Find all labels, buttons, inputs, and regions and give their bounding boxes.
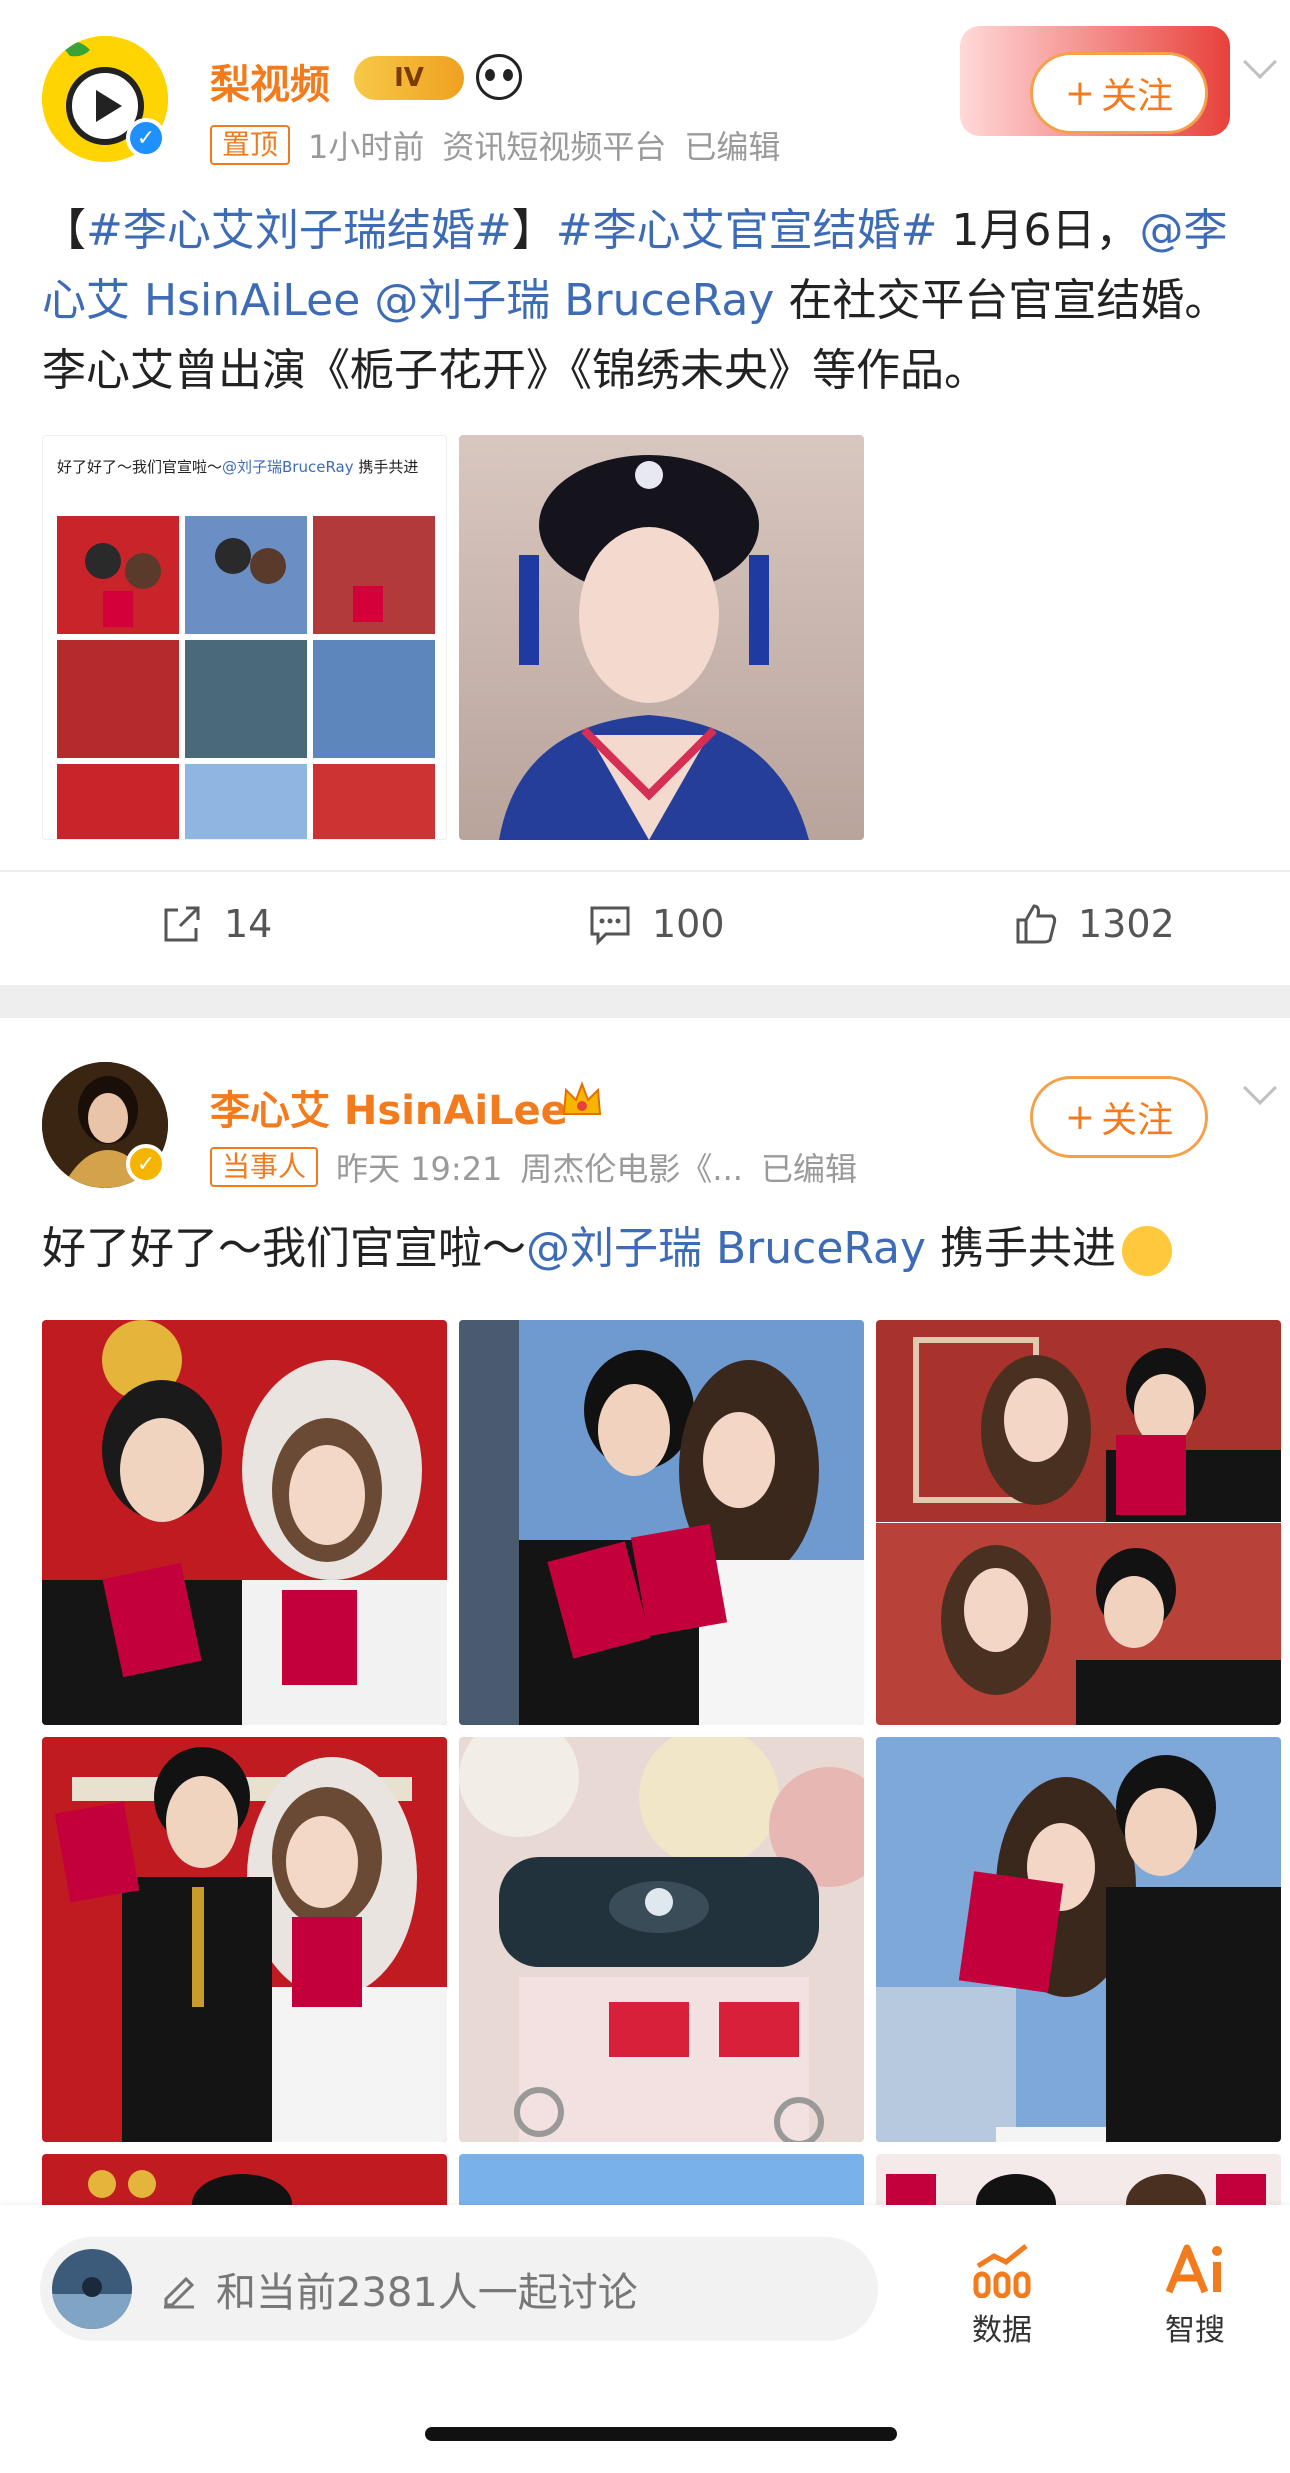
couple-photo [876,1737,1281,2142]
text-segment: 1月6日， [937,205,1140,256]
chevron-down-icon[interactable] [1243,1071,1277,1105]
repost-count: 14 [224,902,273,946]
post-meta: 置顶 1小时前 资讯短视频平台 已编辑 [210,122,780,168]
post-time: 昨天 19:21 [336,1150,503,1188]
mention-link[interactable]: @刘子瑞 BruceRay [374,275,774,326]
hashtag-link[interactable]: #李心艾官宣结婚# [556,205,938,256]
crown-icon [560,1080,604,1120]
thumbs-up-icon [1016,904,1057,944]
comment-count: 100 [652,902,725,946]
like-button[interactable]: 1302 [1014,902,1175,946]
grid-photo-1[interactable] [42,1320,447,1725]
post-source: 资讯短视频平台 [442,128,667,166]
verified-badge-icon: ✓ [126,1144,166,1184]
text-segment: 】 [511,205,556,256]
follow-label: 关注 [1101,1100,1174,1141]
follow-label: 关注 [1101,76,1174,117]
grid-photo-6[interactable] [876,1737,1281,2142]
home-indicator[interactable] [425,2427,897,2441]
grid-photo-2[interactable] [459,1320,864,1725]
edited-label: 已编辑 [684,128,781,166]
text-segment: 携手共进 [926,1223,1117,1274]
caption-text: 好了好了～我们官宣啦～ [57,458,223,476]
hashtag-link[interactable]: #李心艾刘子瑞结婚# [86,205,512,256]
ai-search-button[interactable]: 智搜 [1130,2235,1260,2349]
text-segment [360,275,374,326]
weibo-post-hsinailee: ✓ 李心艾 HsinAiLee 当事人 昨天 19:21 周杰伦电影《... 已… [0,1018,1290,2218]
author-name[interactable]: 梨视频 [210,52,330,110]
chevron-down-icon[interactable] [1243,45,1277,79]
follow-button[interactable]: + 关注 [1030,52,1208,134]
caption-text: 携手共进 [353,458,419,476]
screenshot-caption: 好了好了～我们官宣啦～@刘子瑞BruceRay 携手共进 [57,456,437,478]
text-segment: 【 [42,205,86,256]
caption-mention: @刘子瑞BruceRay [222,458,354,476]
plus-icon: + [1064,1096,1096,1138]
post-text: 【#李心艾刘子瑞结婚#】#李心艾官宣结婚# 1月6日，@李心艾 HsinAiLe… [42,196,1252,406]
text-segment: 好了好了～我们官宣啦～ [42,1223,526,1274]
post-time: 1小时前 [308,128,425,166]
data-button[interactable]: 数据 [937,2235,1067,2349]
pinned-tag: 置顶 [210,125,291,165]
post-image-portrait[interactable] [459,435,864,840]
repost-button[interactable]: 14 [160,902,272,946]
post-actions: 14 100 1302 [0,870,1290,990]
data-label: 数据 [972,2313,1032,2348]
follow-button[interactable]: + 关注 [1030,1076,1208,1158]
plus-icon: + [1064,72,1096,114]
grid-photo-3[interactable] [876,1320,1281,1725]
grid-photo-5[interactable] [459,1737,864,2142]
comment-button[interactable]: 100 [588,902,725,946]
comment-placeholder: 和当前2381人一起讨论 [216,2270,638,2316]
post-separator [0,985,1290,1018]
weibo-post-pear-video: ✓ 梨视频 IV 置顶 1小时前 资讯短视频平台 已编辑 + 关注 【#李心艾刘子… [0,0,1290,985]
ai-label: 智搜 [1165,2313,1225,2348]
couple-photo [459,1320,864,1725]
ai-icon [1165,2244,1222,2294]
panda-icon [476,54,522,100]
thinking-emoji-icon [1122,1226,1173,1276]
level-badge-icon: IV [354,56,464,100]
couple-photo [42,1320,447,1725]
couple-photo [876,1320,1281,1725]
mention-link[interactable]: @刘子瑞 BruceRay [526,1223,926,1274]
repost-icon [164,906,200,942]
photo-grid-thumbnail [57,516,435,839]
verified-badge-icon: ✓ [126,118,166,158]
post-image-screenshot[interactable]: 好了好了～我们官宣啦～@刘子瑞BruceRay 携手共进 [42,435,447,840]
chart-icon [973,2244,1031,2298]
edited-label: 已编辑 [760,1150,857,1188]
comment-icon [590,906,630,946]
author-name[interactable]: 李心艾 HsinAiLee [210,1078,568,1136]
post-text: 好了好了～我们官宣啦～@刘子瑞 BruceRay 携手共进 [42,1214,1252,1284]
couple-photo [42,1737,447,2142]
post-meta: 当事人 昨天 19:21 周杰伦电影《... 已编辑 [210,1144,857,1190]
pencil-icon [164,2276,195,2309]
like-count: 1302 [1078,902,1175,946]
grid-photo-4[interactable] [42,1737,447,2142]
user-avatar-photo [52,2249,132,2329]
user-avatar[interactable] [52,2249,132,2329]
comment-input[interactable]: 和当前2381人一起讨论 [40,2237,878,2341]
party-tag: 当事人 [210,1147,319,1187]
ring-and-certificate-photo [459,1737,864,2142]
level-badge-text: IV [394,63,424,93]
post-source: 周杰伦电影《... [520,1150,743,1188]
portrait-photo [459,435,864,840]
